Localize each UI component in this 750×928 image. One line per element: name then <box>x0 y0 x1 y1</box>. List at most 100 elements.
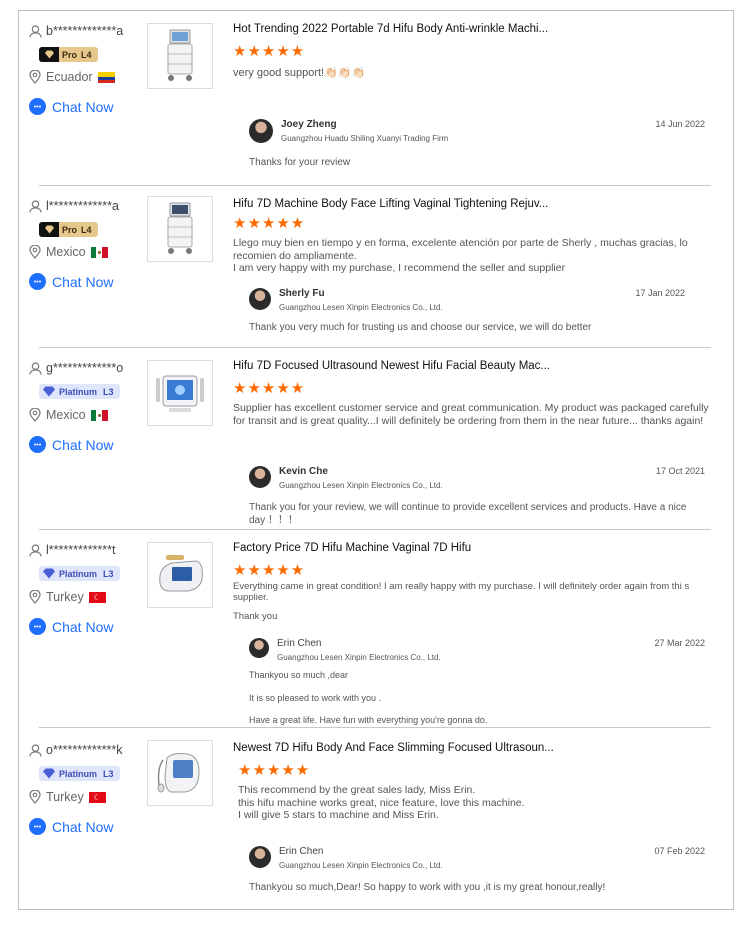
rating-stars: ★★★★★ <box>233 43 306 60</box>
chat-now-label: Chat Now <box>52 618 114 635</box>
hifu-portable-white-image <box>159 555 203 592</box>
reply-date: 14 Jun 2022 <box>655 119 705 129</box>
supplier-reply: Joey Zheng Guangzhou Huadu Shiling Xuany… <box>249 119 705 177</box>
buyer-level-badge: Platinum L3 <box>39 766 120 781</box>
badge-level: L3 <box>103 568 114 579</box>
chat-bubble-icon <box>29 436 46 453</box>
buyer-level-badge: Platinum L3 <box>39 384 120 399</box>
reviews-list: b*************a Pro L4 Ecuador Chat Now … <box>18 10 734 910</box>
rating-stars: ★★★★★ <box>233 380 306 397</box>
supplier-name: Erin Chen <box>277 638 322 649</box>
rating-stars: ★★★★★ <box>233 215 306 232</box>
reply-text: Thank you very much for trusting us and … <box>249 322 592 333</box>
buyer-name: b*************a <box>46 24 124 38</box>
buyer-name: l*************a <box>46 199 119 213</box>
review-text: This recommend by the great sales lady, … <box>238 784 525 821</box>
product-title[interactable]: Factory Price 7D Hifu Machine Vaginal 7D… <box>233 542 711 554</box>
avatar <box>249 466 271 488</box>
buyer-level-badge: Pro L4 <box>39 47 98 62</box>
product-thumbnail[interactable] <box>147 360 213 426</box>
product-title[interactable]: Newest 7D Hifu Body And Face Slimming Fo… <box>233 742 711 754</box>
supplier-company: Guangzhou Lesen Xinpin Electronics Co., … <box>277 653 441 662</box>
supplier-name: Erin Chen <box>279 846 324 857</box>
buyer-info: b*************a Pro L4 Ecuador Chat Now <box>29 23 144 115</box>
buyer-info: o*************k Platinum L3 Turkey ☾ Cha… <box>29 742 144 835</box>
reply-date: 07 Feb 2022 <box>654 846 705 856</box>
user-icon <box>29 24 42 38</box>
review-item: l*************t Platinum L3 Turkey ☾ Cha… <box>19 530 733 727</box>
buyer-country: Mexico <box>46 408 86 422</box>
product-thumbnail[interactable] <box>147 542 213 608</box>
supplier-company: Guangzhou Lesen Xinpin Electronics Co., … <box>279 481 443 490</box>
hifu-portable-screen-image <box>156 375 204 412</box>
buyer-info: l*************t Platinum L3 Turkey ☾ Cha… <box>29 542 144 635</box>
turkey-flag-icon: ☾ <box>88 791 106 803</box>
review-text: very good support!👏🏻👏🏻👏🏻 <box>233 67 366 79</box>
chat-now-button[interactable]: Chat Now <box>29 818 144 835</box>
chat-now-label: Chat Now <box>52 436 114 453</box>
reply-date: 17 Jan 2022 <box>635 288 685 298</box>
supplier-reply: Kevin Che Guangzhou Lesen Xinpin Electro… <box>249 466 705 534</box>
chat-now-label: Chat Now <box>52 273 114 290</box>
chat-now-label: Chat Now <box>52 818 114 835</box>
reply-text: Thankyou so much ,dear It is so pleased … <box>249 670 488 725</box>
ecuador-flag-icon <box>97 71 115 83</box>
chat-now-button[interactable]: Chat Now <box>29 618 144 635</box>
diamond-icon <box>39 766 59 781</box>
reply-date: 17 Oct 2021 <box>655 466 705 476</box>
chat-bubble-icon <box>29 273 46 290</box>
reply-text: Thanks for your review <box>249 157 351 168</box>
badge-level: L3 <box>103 386 114 397</box>
chat-now-button[interactable]: Chat Now <box>29 273 144 290</box>
buyer-name: o*************k <box>46 743 123 757</box>
supplier-name: Joey Zheng <box>281 119 337 130</box>
reply-text: Thank you for your review, we will conti… <box>249 502 687 526</box>
review-item: l*************a Pro L4 Mexico Chat Now H… <box>19 186 733 348</box>
buyer-level-badge: Pro L4 <box>39 222 98 237</box>
rating-stars: ★★★★★ <box>233 562 306 579</box>
product-title[interactable]: Hot Trending 2022 Portable 7d Hifu Body … <box>233 23 711 35</box>
supplier-company: Guangzhou Huadu Shiling Xuanyi Trading F… <box>281 134 449 143</box>
buyer-country: Turkey <box>46 790 84 804</box>
review-text: Everything came in great condition! I am… <box>233 581 690 622</box>
chat-bubble-icon <box>29 618 46 635</box>
location-pin-icon <box>29 408 41 422</box>
hifu-trolley-machine-image <box>167 202 193 254</box>
chat-now-button[interactable]: Chat Now <box>29 436 144 453</box>
buyer-name: l*************t <box>46 543 116 557</box>
supplier-company: Guangzhou Lesen Xinpin Electronics Co., … <box>279 303 443 312</box>
product-title[interactable]: Hifu 7D Focused Ultrasound Newest Hifu F… <box>233 360 711 372</box>
review-text: Llego muy bien en tiempo y en forma, exc… <box>233 237 688 274</box>
user-icon <box>29 361 42 375</box>
buyer-name: g*************o <box>46 361 124 375</box>
avatar <box>249 846 271 868</box>
mexico-flag-icon <box>90 246 108 258</box>
product-thumbnail[interactable] <box>147 740 213 806</box>
location-pin-icon <box>29 245 41 259</box>
avatar <box>249 638 269 658</box>
chat-now-label: Chat Now <box>52 98 114 115</box>
review-item: o*************k Platinum L3 Turkey ☾ Cha… <box>19 728 733 908</box>
badge-level: L4 <box>81 224 92 235</box>
badge-name: Pro <box>62 49 78 60</box>
product-title[interactable]: Hifu 7D Machine Body Face Lifting Vagina… <box>233 198 711 210</box>
user-icon <box>29 543 42 557</box>
product-thumbnail[interactable] <box>147 23 213 89</box>
supplier-reply: Erin Chen Guangzhou Lesen Xinpin Electro… <box>249 846 705 902</box>
buyer-info: g*************o Platinum L3 Mexico Chat … <box>29 360 144 453</box>
avatar <box>249 119 273 143</box>
chat-now-button[interactable]: Chat Now <box>29 98 144 115</box>
supplier-company: Guangzhou Lesen Xinpin Electronics Co., … <box>279 861 443 870</box>
location-pin-icon <box>29 70 41 84</box>
diamond-icon <box>39 222 59 237</box>
diamond-icon <box>39 47 59 62</box>
diamond-icon <box>39 566 59 581</box>
hifu-portable-white-image <box>157 753 200 793</box>
review-text: Supplier has excellent customer service … <box>233 402 709 427</box>
location-pin-icon <box>29 590 41 604</box>
product-thumbnail[interactable] <box>147 196 213 262</box>
chat-bubble-icon <box>29 818 46 835</box>
review-item: b*************a Pro L4 Ecuador Chat Now … <box>19 11 733 186</box>
mexico-flag-icon <box>90 409 108 421</box>
supplier-reply: Sherly Fu Guangzhou Lesen Xinpin Electro… <box>249 288 705 342</box>
